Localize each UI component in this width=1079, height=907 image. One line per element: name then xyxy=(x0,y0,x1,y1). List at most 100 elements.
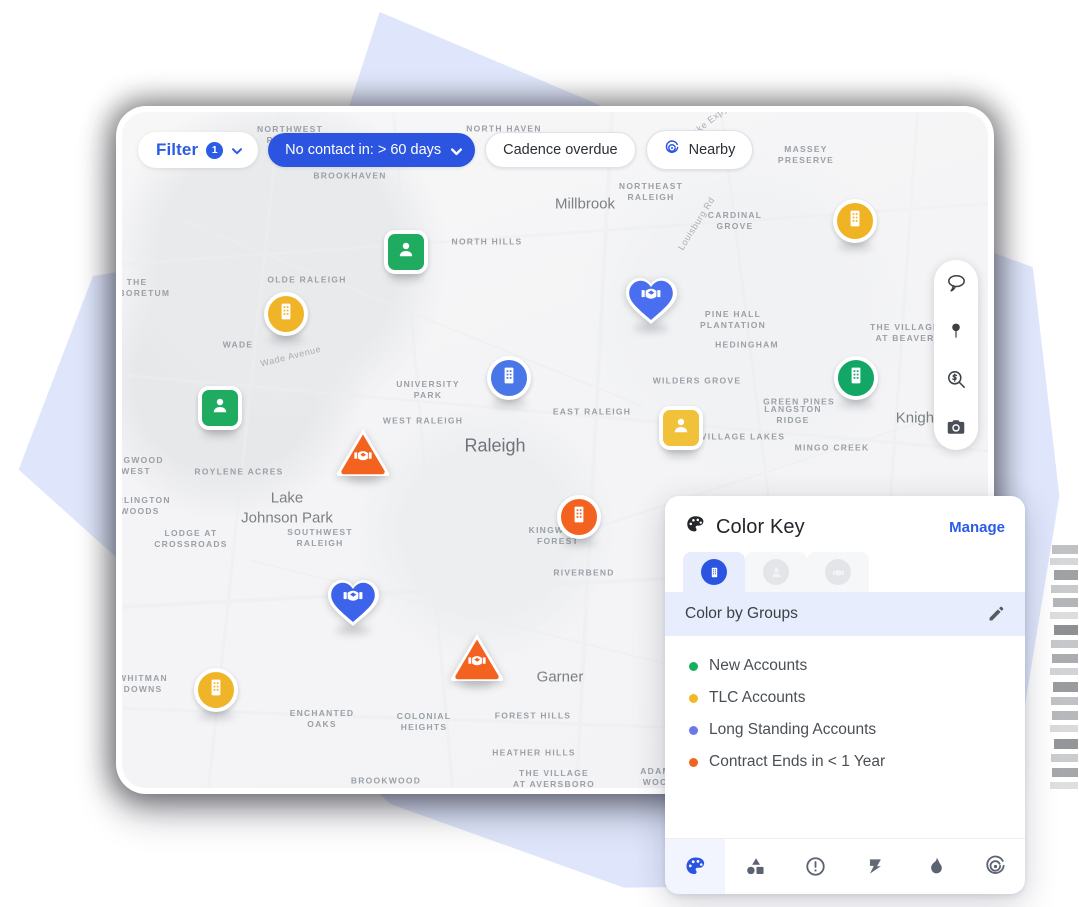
map-label: Knight xyxy=(895,409,939,427)
pin-shadow xyxy=(664,449,698,457)
search-dollar-icon[interactable] xyxy=(943,366,969,392)
map-pin-building[interactable] xyxy=(194,668,238,719)
pin-body[interactable] xyxy=(264,292,308,336)
handshake-icon xyxy=(825,559,851,585)
building-icon xyxy=(701,559,727,585)
pin-shadow xyxy=(269,335,303,343)
map-label: UNIVERSITY PARK xyxy=(396,378,460,400)
color-key-legend-list: New Accounts TLC Accounts Long Standing Ac… xyxy=(665,636,1025,838)
edge-sliver xyxy=(1050,725,1078,732)
pin-body[interactable] xyxy=(557,495,601,539)
map-pin-building[interactable] xyxy=(557,495,601,546)
person-icon xyxy=(670,415,692,442)
legend-item[interactable]: TLC Accounts xyxy=(689,682,1003,714)
map-label: LODGE AT CROSSROADS xyxy=(154,527,228,549)
pin-shadow xyxy=(562,538,596,546)
legend-color-dot xyxy=(689,757,698,767)
map-pin-building[interactable] xyxy=(833,199,877,250)
building-icon xyxy=(844,208,866,235)
map-pin-handshake[interactable] xyxy=(450,633,504,688)
legend-item[interactable]: Contract Ends in < 1 Year xyxy=(689,746,1003,778)
footer-tab-shapes[interactable] xyxy=(725,839,785,894)
map-pin-building[interactable] xyxy=(264,292,308,343)
pin-body[interactable] xyxy=(194,668,238,712)
person-icon xyxy=(763,559,789,585)
color-key-header: Color Key Manage xyxy=(665,496,1025,550)
map-label: FOREST HILLS xyxy=(494,710,572,721)
map-label: LANGSTON RIDGE xyxy=(764,403,822,425)
lasso-select-icon[interactable] xyxy=(943,270,969,296)
edge-sliver xyxy=(1050,782,1078,789)
color-key-panel[interactable]: Color Key Manage Color by Groups New Acc… xyxy=(665,496,1025,894)
handshake-icon xyxy=(639,282,663,311)
chip-cadence-overdue[interactable]: Cadence overdue xyxy=(485,132,636,168)
map-label: Raleigh xyxy=(464,435,526,456)
pin-shadow xyxy=(460,680,494,688)
map-label: WADE xyxy=(222,339,254,350)
handshake-icon xyxy=(341,584,365,613)
camera-icon[interactable] xyxy=(943,414,969,440)
map-pin-building[interactable] xyxy=(487,356,531,407)
chip-no-contact-label: No contact in: > 60 days xyxy=(285,142,442,158)
building-icon xyxy=(275,301,297,328)
footer-tab-target[interactable] xyxy=(965,839,1025,894)
pin-shadow xyxy=(838,242,872,250)
filter-button[interactable]: Filter 1 xyxy=(138,132,259,168)
map-pin-building[interactable] xyxy=(834,356,878,407)
pin-body[interactable] xyxy=(834,356,878,400)
footer-tab-palette[interactable] xyxy=(665,839,725,894)
target-radar-icon xyxy=(664,140,680,160)
footer-tab-layers[interactable] xyxy=(845,839,905,894)
map-tool-rail[interactable] xyxy=(934,260,978,450)
pin-body[interactable] xyxy=(625,275,677,325)
color-key-tab-contacts[interactable] xyxy=(745,552,807,592)
filter-label: Filter xyxy=(156,140,199,159)
map-label: HEATHER HILLS xyxy=(492,747,576,758)
color-key-footer-tabs[interactable] xyxy=(665,838,1025,894)
map-label: Millbrook xyxy=(554,195,616,213)
chip-no-contact[interactable]: No contact in: > 60 days xyxy=(268,133,476,167)
legend-label: Contract Ends in < 1 Year xyxy=(709,753,886,770)
edge-sliver xyxy=(1054,625,1078,635)
filter-bar[interactable]: Filter 1 No contact in: > 60 days Cadenc… xyxy=(138,130,754,170)
chip-nearby[interactable]: Nearby xyxy=(645,130,754,170)
map-pin-person[interactable] xyxy=(198,386,242,437)
map-pin-handshake[interactable] xyxy=(327,577,379,634)
pin-body[interactable] xyxy=(450,633,504,683)
pin-body[interactable] xyxy=(833,199,877,243)
map-label: NORTH HILLS xyxy=(451,236,523,247)
color-key-tab-accounts[interactable] xyxy=(683,552,745,592)
color-key-tab-opportunities[interactable] xyxy=(807,552,869,592)
legend-label: New Accounts xyxy=(709,657,808,674)
map-pin-handshake[interactable] xyxy=(625,275,677,332)
person-icon xyxy=(209,395,231,422)
building-icon xyxy=(568,504,590,531)
map-pin-person[interactable] xyxy=(384,230,428,281)
pin-body[interactable] xyxy=(336,428,390,478)
map-pin-icon[interactable] xyxy=(943,318,969,344)
pin-body[interactable] xyxy=(327,577,379,627)
legend-item[interactable]: Long Standing Accounts xyxy=(689,714,1003,746)
manage-link[interactable]: Manage xyxy=(949,519,1005,536)
color-key-title: Color Key xyxy=(716,515,805,538)
pin-body[interactable] xyxy=(384,230,428,274)
pin-body[interactable] xyxy=(198,386,242,430)
building-icon xyxy=(205,677,227,704)
footer-tab-alerts[interactable] xyxy=(785,839,845,894)
chevron-down-icon xyxy=(450,145,463,156)
color-key-tabs[interactable] xyxy=(665,550,1025,592)
pin-shadow xyxy=(634,324,668,332)
map-label: ROYLENE ACRES xyxy=(194,466,284,477)
pin-body[interactable] xyxy=(487,356,531,400)
footer-tab-heat[interactable] xyxy=(905,839,965,894)
color-by-groups-row[interactable]: Color by Groups xyxy=(665,592,1025,636)
pin-body[interactable] xyxy=(659,406,703,450)
map-pin-person[interactable] xyxy=(659,406,703,457)
edge-sliver xyxy=(1051,754,1078,762)
legend-item[interactable]: New Accounts xyxy=(689,650,1003,682)
pencil-icon[interactable] xyxy=(987,605,1005,623)
edge-sliver xyxy=(1050,668,1078,675)
map-label: BROOKHAVEN xyxy=(313,170,387,181)
legend-color-dot xyxy=(689,693,698,703)
map-pin-handshake[interactable] xyxy=(336,428,390,483)
